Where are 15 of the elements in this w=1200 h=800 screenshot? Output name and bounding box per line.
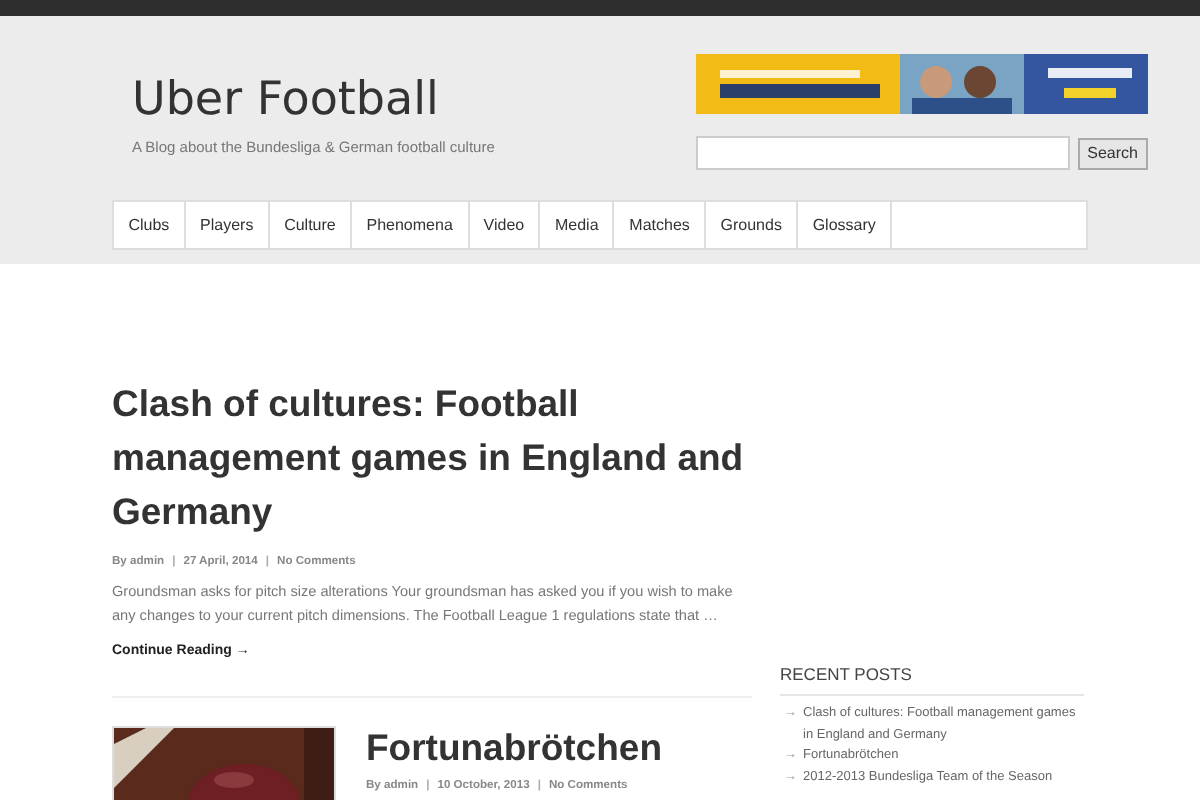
nav-link[interactable]: Phenomena bbox=[352, 202, 470, 248]
nav-link[interactable]: Media bbox=[540, 202, 615, 248]
search-button[interactable]: Search bbox=[1077, 137, 1148, 169]
site-title[interactable]: Uber Football bbox=[132, 74, 696, 126]
nav-link[interactable]: Culture bbox=[269, 202, 353, 248]
search-field[interactable] bbox=[696, 136, 1070, 170]
post-title[interactable]: Clash of cultures: Football management games in England and Germany bbox=[112, 376, 752, 538]
nav-link[interactable]: Video bbox=[469, 202, 541, 248]
nav-link[interactable]: Clubs bbox=[114, 202, 186, 248]
nav-link[interactable]: Grounds bbox=[706, 202, 799, 248]
post-title[interactable]: Fortunabrötchen bbox=[366, 726, 662, 770]
nav-link[interactable]: Glossary bbox=[798, 202, 893, 248]
sidebar-heading: RECENT POSTS bbox=[780, 664, 1084, 696]
nav-link[interactable]: Players bbox=[185, 202, 270, 248]
nav-link[interactable]: Matches bbox=[614, 202, 707, 248]
